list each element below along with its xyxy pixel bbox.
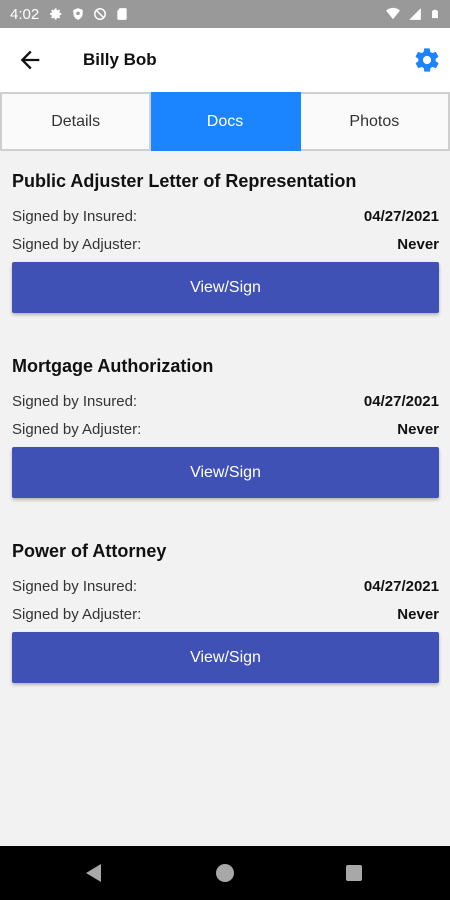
signed-by-insured-row: Signed by Insured: 04/27/2021 bbox=[12, 393, 439, 410]
view-sign-button[interactable]: View/Sign bbox=[12, 262, 439, 313]
view-sign-button[interactable]: View/Sign bbox=[12, 447, 439, 498]
gear-icon bbox=[50, 8, 62, 20]
settings-gear-icon[interactable] bbox=[413, 46, 441, 74]
back-arrow-icon[interactable] bbox=[16, 46, 44, 74]
signed-by-insured-label: Signed by Insured: bbox=[12, 393, 138, 410]
tab-details[interactable]: Details bbox=[0, 92, 152, 151]
signed-by-adjuster-label: Signed by Adjuster: bbox=[12, 606, 142, 623]
signed-by-adjuster-row: Signed by Adjuster: Never bbox=[12, 606, 439, 623]
sd-card-icon bbox=[117, 8, 127, 20]
wifi-icon bbox=[386, 7, 400, 20]
doc-title: Power of Attorney bbox=[12, 541, 167, 561]
app-bar: Billy Bob bbox=[0, 28, 450, 92]
doc-item: Mortgage Authorization Signed by Insured… bbox=[12, 336, 439, 521]
status-time: 4:02 bbox=[10, 5, 40, 23]
signed-by-insured-row: Signed by Insured: 04/27/2021 bbox=[12, 578, 439, 595]
signed-by-adjuster-label: Signed by Adjuster: bbox=[12, 236, 142, 253]
doc-item: Power of Attorney Signed by Insured: 04/… bbox=[12, 521, 439, 706]
status-bar: 4:02 bbox=[0, 0, 450, 28]
tab-bar: Details Docs Photos bbox=[0, 92, 450, 151]
signed-by-adjuster-label: Signed by Adjuster: bbox=[12, 421, 142, 438]
signed-by-insured-value: 04/27/2021 bbox=[363, 393, 439, 410]
tab-photos[interactable]: Photos bbox=[300, 92, 450, 151]
nav-home-icon[interactable] bbox=[216, 864, 234, 882]
doc-title: Public Adjuster Letter of Representation bbox=[12, 171, 357, 191]
no-sync-icon bbox=[94, 8, 107, 20]
signed-by-insured-value: 04/27/2021 bbox=[363, 208, 439, 225]
nav-recents-icon[interactable] bbox=[346, 865, 362, 881]
signed-by-adjuster-value: Never bbox=[397, 421, 439, 438]
doc-title: Mortgage Authorization bbox=[12, 356, 214, 376]
signed-by-adjuster-row: Signed by Adjuster: Never bbox=[12, 421, 439, 438]
signed-by-adjuster-value: Never bbox=[397, 606, 439, 623]
nav-back-icon[interactable] bbox=[85, 863, 103, 883]
view-sign-button[interactable]: View/Sign bbox=[12, 632, 439, 683]
status-right bbox=[386, 7, 440, 21]
signed-by-adjuster-value: Never bbox=[397, 236, 439, 253]
page-title: Billy Bob bbox=[83, 50, 157, 69]
shield-icon bbox=[73, 8, 83, 20]
docs-list: Public Adjuster Letter of Representation… bbox=[12, 151, 439, 706]
battery-icon bbox=[432, 9, 438, 19]
signed-by-insured-row: Signed by Insured: 04/27/2021 bbox=[12, 208, 439, 225]
signed-by-insured-label: Signed by Insured: bbox=[12, 208, 138, 225]
doc-item: Public Adjuster Letter of Representation… bbox=[12, 151, 439, 336]
tab-docs[interactable]: Docs bbox=[151, 92, 301, 151]
signed-by-insured-label: Signed by Insured: bbox=[12, 578, 138, 595]
signed-by-insured-value: 04/27/2021 bbox=[363, 578, 439, 595]
status-left: 4:02 bbox=[10, 6, 129, 23]
signed-by-adjuster-row: Signed by Adjuster: Never bbox=[12, 236, 439, 253]
navigation-bar bbox=[0, 846, 450, 900]
signal-icon bbox=[409, 8, 421, 20]
